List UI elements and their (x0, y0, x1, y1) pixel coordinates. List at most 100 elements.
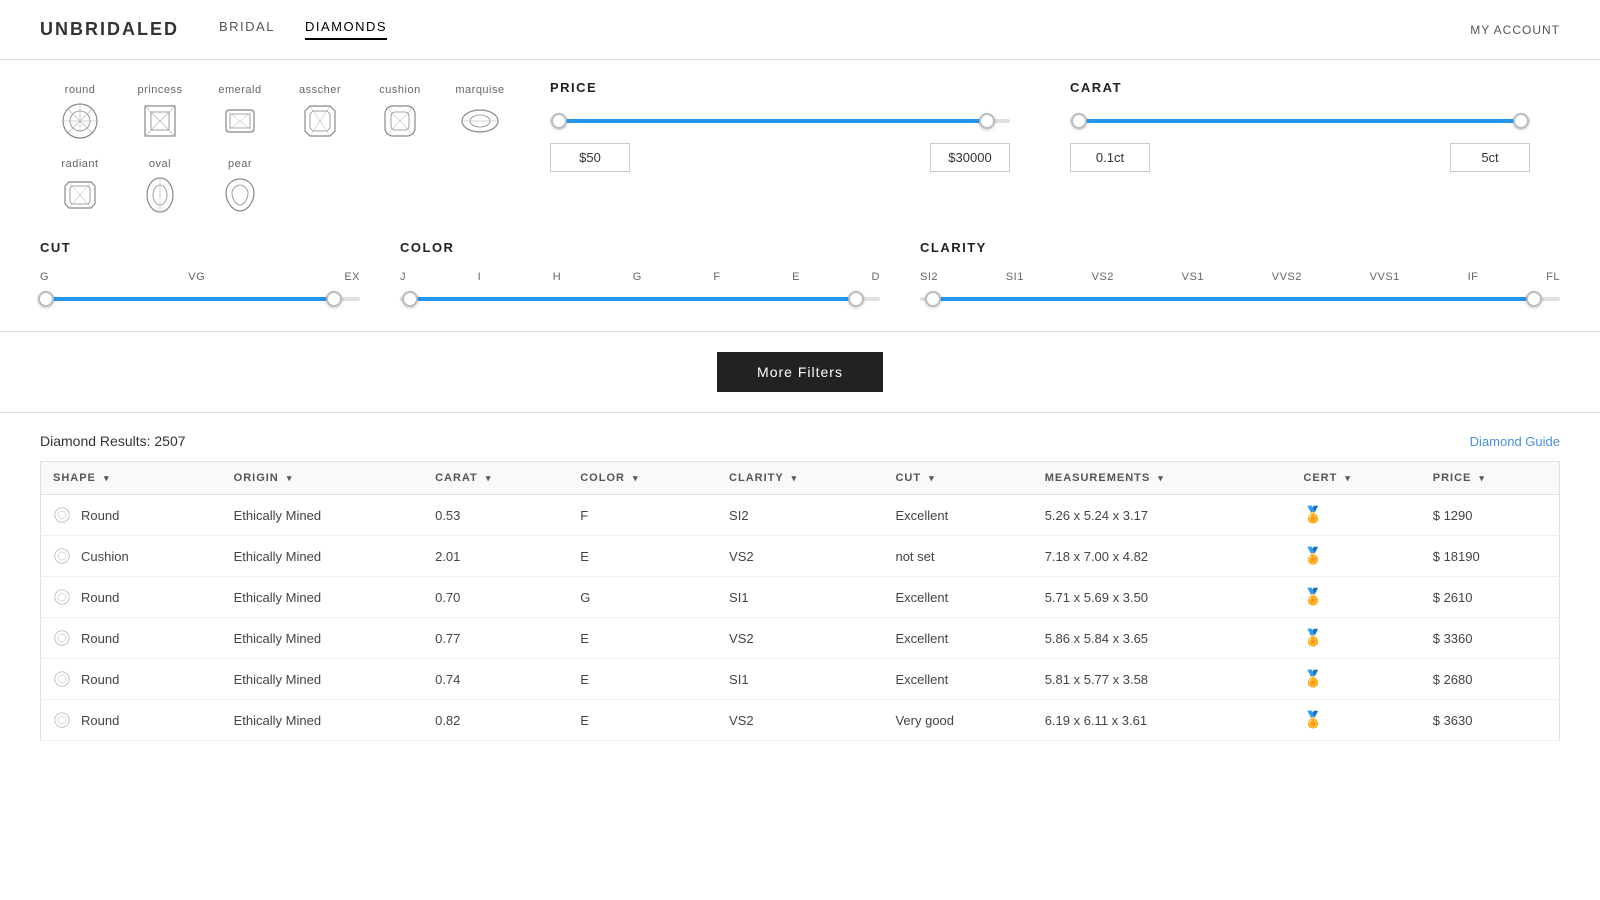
cell-color-3: E (568, 618, 717, 659)
clarity-label-7: FL (1546, 271, 1560, 283)
color-label-0: J (400, 271, 406, 283)
results-area: Diamond Results: 2507 Diamond Guide SHAP… (0, 413, 1600, 761)
col-carat[interactable]: CARAT ▾ (423, 462, 568, 495)
cell-clarity-4: SI1 (717, 659, 883, 700)
table-row[interactable]: Round Ethically Mined 0.70 G SI1 Excelle… (41, 577, 1560, 618)
cell-carat-2: 0.70 (423, 577, 568, 618)
price-filter: PRICE $50 $30000 (520, 80, 1040, 220)
col-color[interactable]: COLOR ▾ (568, 462, 717, 495)
col-origin[interactable]: ORIGIN ▾ (222, 462, 423, 495)
cut-thumb-min[interactable] (38, 291, 54, 307)
clarity-filter: CLARITY SI2 SI1 VS2 VS1 VVS2 VVS1 IF FL (920, 240, 1560, 321)
table-body: Round Ethically Mined 0.53 F SI2 Excelle… (41, 495, 1560, 741)
cell-cert-1: 🏅 (1291, 536, 1420, 577)
clarity-slider[interactable] (920, 289, 1560, 309)
table-row[interactable]: Cushion Ethically Mined 2.01 E VS2 not s… (41, 536, 1560, 577)
col-price[interactable]: PRICE ▾ (1421, 462, 1560, 495)
cert-icon-4: 🏅 (1303, 671, 1323, 688)
cell-color-4: E (568, 659, 717, 700)
nav-diamonds[interactable]: DIAMONDS (305, 19, 387, 40)
cell-price-3: $ 3360 (1421, 618, 1560, 659)
table-header: SHAPE ▾ ORIGIN ▾ CARAT ▾ COLOR ▾ CLARITY… (41, 462, 1560, 495)
diamond-guide-link[interactable]: Diamond Guide (1470, 434, 1560, 449)
clarity-title: CLARITY (920, 240, 1560, 255)
emerald-icon (219, 100, 261, 142)
color-label-1: I (478, 271, 482, 283)
cert-icon-2: 🏅 (1303, 589, 1323, 606)
shape-oval[interactable]: oval (120, 154, 200, 220)
price-thumb-min[interactable] (551, 113, 567, 129)
shape-asscher[interactable]: asscher (280, 80, 360, 146)
col-measurements[interactable]: MEASUREMENTS ▾ (1033, 462, 1292, 495)
price-slider[interactable] (550, 111, 1010, 131)
cell-carat-5: 0.82 (423, 700, 568, 741)
cert-icon-5: 🏅 (1303, 712, 1323, 729)
col-cert[interactable]: CERT ▾ (1291, 462, 1420, 495)
cell-origin-5: Ethically Mined (222, 700, 423, 741)
cell-color-5: E (568, 700, 717, 741)
asscher-icon (299, 100, 341, 142)
round-icon (59, 100, 101, 142)
price-thumb-max[interactable] (979, 113, 995, 129)
carat-thumb-min[interactable] (1071, 113, 1087, 129)
main-nav: BRIDAL DIAMONDS (219, 19, 387, 40)
cell-origin-1: Ethically Mined (222, 536, 423, 577)
my-account-link[interactable]: MY ACCOUNT (1470, 23, 1560, 37)
col-measurements-sort: ▾ (1158, 473, 1164, 483)
nav-bridal[interactable]: BRIDAL (219, 19, 275, 40)
cell-origin-4: Ethically Mined (222, 659, 423, 700)
table-row[interactable]: Round Ethically Mined 0.53 F SI2 Excelle… (41, 495, 1560, 536)
color-slider[interactable] (400, 289, 880, 309)
col-price-sort: ▾ (1479, 473, 1485, 483)
carat-min-value[interactable]: 0.1ct (1070, 143, 1150, 172)
clarity-thumb-max[interactable] (1526, 291, 1542, 307)
table-row[interactable]: Round Ethically Mined 0.74 E SI1 Excelle… (41, 659, 1560, 700)
more-filters-button[interactable]: More Filters (717, 352, 883, 392)
cert-icon-0: 🏅 (1303, 507, 1323, 524)
cell-clarity-2: SI1 (717, 577, 883, 618)
shape-radiant[interactable]: radiant (40, 154, 120, 220)
carat-slider[interactable] (1070, 111, 1530, 131)
more-filters-row: More Filters (0, 332, 1600, 413)
shape-emerald[interactable]: emerald (200, 80, 280, 146)
cell-shape-0: Round (41, 495, 222, 536)
shape-cushion[interactable]: cushion (360, 80, 440, 146)
filters-bottom-row: CUT G VG EX COLOR J I H G F E (40, 240, 1560, 321)
col-cut[interactable]: CUT ▾ (883, 462, 1032, 495)
princess-icon (139, 100, 181, 142)
col-shape-label: SHAPE (53, 472, 96, 484)
color-thumb-max[interactable] (848, 291, 864, 307)
price-max-value[interactable]: $30000 (930, 143, 1010, 172)
cell-cut-4: Excellent (883, 659, 1032, 700)
clarity-label-0: SI2 (920, 271, 938, 283)
col-clarity[interactable]: CLARITY ▾ (717, 462, 883, 495)
cell-clarity-3: VS2 (717, 618, 883, 659)
col-cut-label: CUT (895, 472, 921, 484)
price-min-value[interactable]: $50 (550, 143, 630, 172)
shape-pear[interactable]: pear (200, 154, 280, 220)
color-thumb-min[interactable] (402, 291, 418, 307)
results-header: Diamond Results: 2507 Diamond Guide (40, 433, 1560, 449)
shape-princess[interactable]: princess (120, 80, 200, 146)
clarity-thumb-min[interactable] (925, 291, 941, 307)
shape-round[interactable]: round (40, 80, 120, 146)
table-row[interactable]: Round Ethically Mined 0.82 E VS2 Very go… (41, 700, 1560, 741)
cell-price-1: $ 18190 (1421, 536, 1560, 577)
cut-label-0: G (40, 271, 49, 283)
cut-thumb-max[interactable] (326, 291, 342, 307)
col-origin-sort: ▾ (287, 473, 293, 483)
col-shape[interactable]: SHAPE ▾ (41, 462, 222, 495)
carat-thumb-max[interactable] (1513, 113, 1529, 129)
logo[interactable]: UNBRIDALED (40, 19, 179, 40)
shape-marquise[interactable]: marquise (440, 80, 520, 146)
table-row[interactable]: Round Ethically Mined 0.77 E VS2 Excelle… (41, 618, 1560, 659)
cell-color-0: F (568, 495, 717, 536)
carat-max-value[interactable]: 5ct (1450, 143, 1530, 172)
cut-label-2: EX (344, 271, 360, 283)
cell-shape-2: Round (41, 577, 222, 618)
cell-carat-3: 0.77 (423, 618, 568, 659)
shape-princess-label: princess (138, 84, 183, 96)
cut-slider[interactable] (40, 289, 360, 309)
cell-measurements-1: 7.18 x 7.00 x 4.82 (1033, 536, 1292, 577)
carat-range-values: 0.1ct 5ct (1070, 143, 1530, 172)
